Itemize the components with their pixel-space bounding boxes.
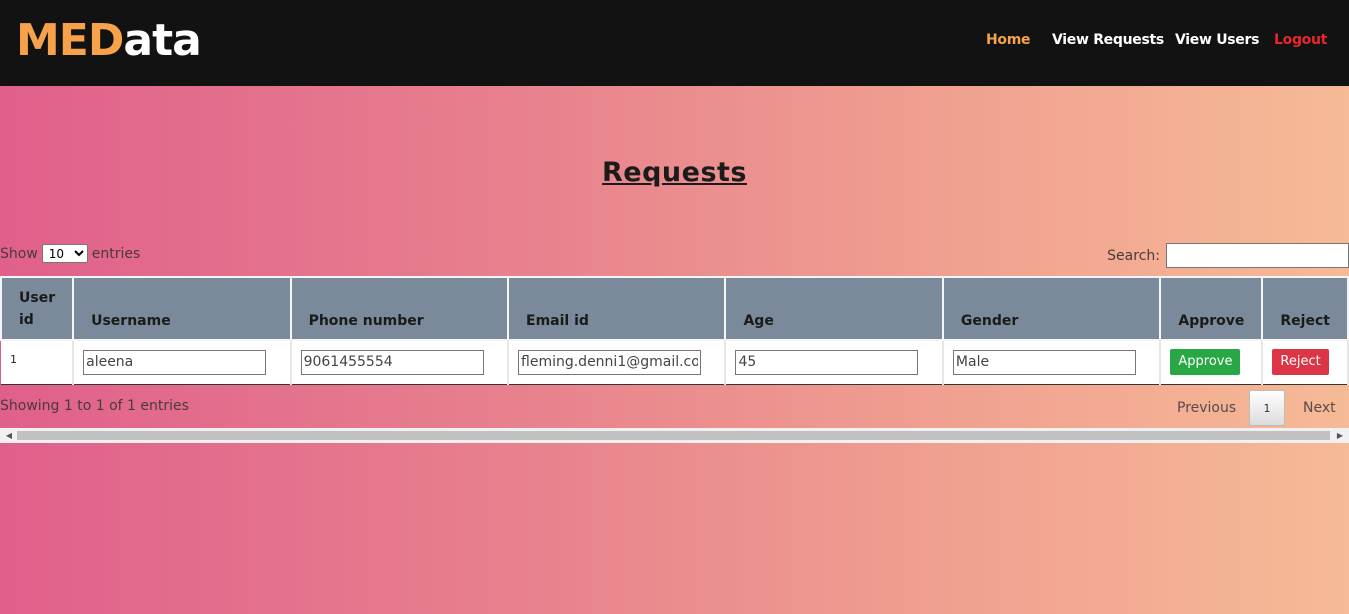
nav-logout-link[interactable]: Logout bbox=[1274, 32, 1327, 48]
page-title: Requests bbox=[601, 157, 747, 188]
cell-approve: Approve bbox=[1160, 340, 1264, 385]
age-field[interactable] bbox=[735, 349, 919, 375]
requests-table: User id Username Phone number Email id A… bbox=[0, 276, 1349, 385]
pagination-next[interactable]: Next bbox=[1303, 390, 1336, 426]
cell-email bbox=[508, 340, 727, 385]
search-label: Search: bbox=[1107, 247, 1160, 264]
table-header-row: User id Username Phone number Email id A… bbox=[0, 276, 1349, 341]
gender-field[interactable] bbox=[952, 349, 1136, 375]
entries-length-select[interactable]: 10 bbox=[41, 244, 88, 263]
scrollbar-thumb[interactable] bbox=[17, 431, 1330, 440]
navbar: MEData Home View Requests View Users Log… bbox=[0, 0, 1349, 86]
approve-button[interactable]: Approve bbox=[1170, 349, 1241, 376]
email-field[interactable] bbox=[518, 349, 702, 375]
header-phone[interactable]: Phone number bbox=[289, 276, 510, 341]
phone-field[interactable] bbox=[300, 349, 484, 375]
header-age[interactable]: Age bbox=[724, 276, 944, 341]
table-row: 1 Approve Reject bbox=[1, 340, 1349, 385]
search-control: Search: bbox=[1107, 243, 1349, 268]
header-email[interactable]: Email id bbox=[507, 276, 727, 341]
header-user-id[interactable]: User id bbox=[0, 276, 75, 341]
username-field[interactable] bbox=[83, 349, 267, 375]
header-gender[interactable]: Gender bbox=[941, 276, 1162, 341]
pagination-page-1[interactable]: 1 bbox=[1249, 390, 1285, 426]
horizontal-scrollbar[interactable]: ◀ ▶ bbox=[0, 428, 1349, 443]
entries-length-control: Show 10 entries bbox=[0, 244, 140, 263]
length-prefix: Show bbox=[0, 245, 38, 262]
cell-user-id: 1 bbox=[1, 340, 75, 385]
scroll-right-icon[interactable]: ▶ bbox=[1333, 428, 1347, 443]
cell-phone bbox=[290, 340, 510, 385]
brand-logo[interactable]: MEData bbox=[16, 14, 202, 68]
header-reject[interactable]: Reject bbox=[1261, 276, 1349, 341]
nav-view-requests-link[interactable]: View Requests bbox=[1052, 32, 1164, 48]
nav-home-link[interactable]: Home bbox=[986, 32, 1031, 48]
nav-view-users-link[interactable]: View Users bbox=[1175, 32, 1259, 48]
brand-part-med: MED bbox=[16, 15, 124, 66]
search-input[interactable] bbox=[1166, 243, 1349, 268]
cell-username bbox=[73, 340, 292, 385]
brand-part-data: ata bbox=[123, 15, 201, 66]
cell-gender bbox=[942, 340, 1162, 385]
cell-age bbox=[725, 340, 944, 385]
table-info: Showing 1 to 1 of 1 entries bbox=[0, 398, 189, 414]
reject-button[interactable]: Reject bbox=[1272, 349, 1329, 376]
header-approve[interactable]: Approve bbox=[1159, 276, 1264, 341]
header-username[interactable]: Username bbox=[72, 276, 292, 341]
scroll-left-icon[interactable]: ◀ bbox=[2, 428, 16, 443]
pagination-previous[interactable]: Previous bbox=[1177, 390, 1236, 426]
length-suffix: entries bbox=[91, 245, 141, 262]
cell-reject: Reject bbox=[1262, 340, 1349, 385]
